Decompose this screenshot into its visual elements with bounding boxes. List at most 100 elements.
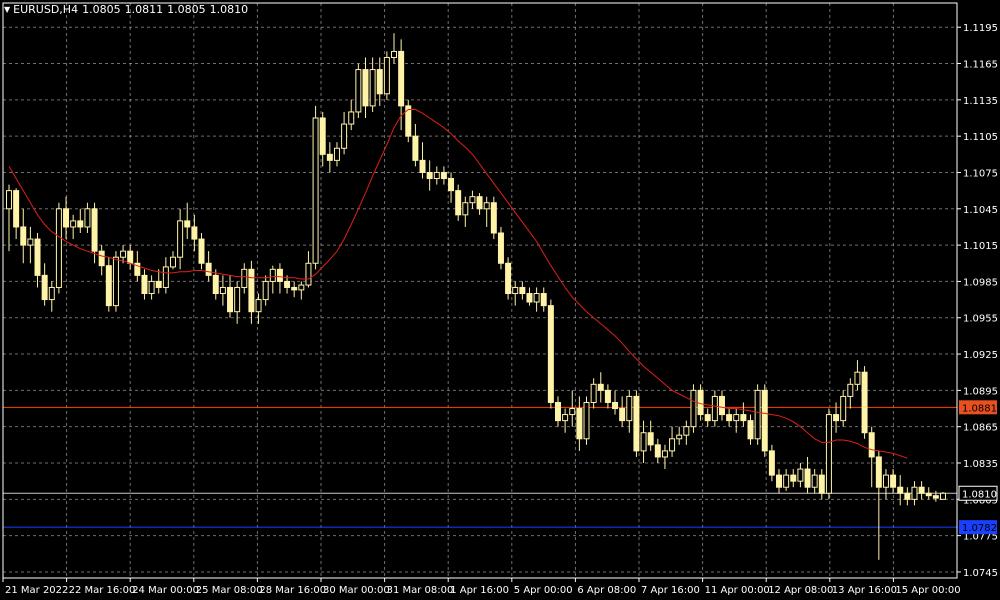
candle-body-bearish — [768, 450, 775, 476]
candle-body-bullish — [640, 432, 647, 452]
candle-body-bullish — [298, 284, 305, 291]
price-axis[interactable]: 1.1195 1.1165 1.1135 1.1105 1.1075 1.1045 1.10… — [957, 23, 998, 579]
candle-body-bearish — [440, 171, 447, 180]
candle-body-bearish — [833, 414, 840, 422]
candle-body-bearish — [790, 474, 797, 482]
y-tick-label: 1.0985 — [963, 277, 998, 288]
candle-body-bearish — [726, 414, 733, 422]
x-tick-label: 6 Apr 08:00 — [577, 585, 636, 596]
candle-body-bearish — [34, 238, 41, 276]
candle-body-bearish — [697, 389, 704, 416]
candle-body-bullish — [626, 395, 633, 422]
candle-body-bearish — [490, 202, 497, 234]
y-tick-label: 1.0955 — [963, 314, 998, 325]
candle-body-bullish — [797, 468, 804, 482]
candle-body-bearish — [212, 274, 219, 295]
candle-body-bearish — [141, 274, 148, 295]
candle-body-bearish — [77, 220, 84, 228]
candle-body-bearish — [547, 305, 554, 403]
candle-body-bearish — [426, 171, 433, 180]
candle-body-bearish — [376, 69, 383, 95]
candle-body-bearish — [291, 286, 298, 291]
candle-body-bearish — [476, 196, 483, 210]
candle-body-bearish — [904, 492, 911, 500]
candle-body-bearish — [20, 226, 27, 246]
candle-body-bearish — [597, 383, 604, 391]
x-tick-label: 13 Apr 16:00 — [832, 585, 897, 596]
candle-body-bearish — [248, 268, 255, 313]
x-tick-label: 28 Mar 16:00 — [259, 585, 326, 596]
candle-body-bullish — [512, 286, 519, 295]
candle-body-bullish — [355, 69, 362, 113]
y-tick-label: 1.1075 — [963, 168, 998, 179]
x-tick-label: 12 Apr 08:00 — [768, 585, 833, 596]
candle-body-bullish — [783, 474, 790, 488]
candle-body-bearish — [127, 250, 134, 264]
candle-body-bullish — [483, 202, 490, 210]
candle-body-bearish — [925, 492, 932, 497]
x-tick-label: 25 Mar 08:00 — [196, 585, 263, 596]
close-value: 1.0810 — [209, 3, 249, 16]
candle-body-bullish — [333, 147, 340, 161]
candle-body-bullish — [569, 408, 576, 416]
candle-body-bearish — [205, 262, 212, 276]
candle-body-bearish — [276, 268, 283, 282]
candle-body-bullish — [369, 69, 376, 107]
candle-body-bullish — [234, 286, 241, 313]
candle-body-bullish — [840, 395, 847, 422]
candle-body-bullish — [940, 492, 946, 500]
candle-body-bearish — [818, 474, 825, 494]
chart-header: ▼ EURUSD,H4 1.0805 1.0811 1.0805 1.0810 — [4, 3, 252, 16]
candle-body-bearish — [576, 408, 583, 440]
level-price-label: 1.0810 — [962, 489, 997, 500]
candle-body-bearish — [448, 178, 455, 192]
candle-body-bullish — [48, 286, 55, 301]
candle-body-bearish — [105, 265, 112, 307]
candle-body-bearish — [91, 208, 98, 252]
candle-body-bearish — [63, 208, 70, 228]
candle-body-bullish — [312, 117, 319, 264]
candle-body-bullish — [219, 286, 226, 295]
candle-body-bullish — [148, 280, 155, 295]
candle-body-bearish — [155, 280, 162, 288]
candle-body-bearish — [526, 293, 533, 303]
candle-body-bearish — [612, 401, 619, 410]
candle-body-bearish — [554, 401, 561, 422]
candle-body-bearish — [647, 432, 654, 446]
candle-body-bullish — [711, 395, 718, 422]
candle-body-bullish — [269, 268, 276, 282]
x-tick-label: 30 Mar 00:00 — [323, 585, 390, 596]
time-axis[interactable]: 21 Mar 2022 22 Mar 16:0024 Mar 00:0025 Ma… — [2, 578, 961, 596]
candle-body-bearish — [412, 135, 419, 161]
candle-body-bearish — [747, 420, 754, 440]
y-tick-label: 1.0865 — [963, 423, 998, 434]
candle-body-bearish — [13, 190, 20, 228]
candle-body-bullish — [177, 220, 184, 258]
candle-body-bullish — [583, 401, 590, 440]
candle-body-bullish — [562, 414, 569, 422]
candle-body-bullish — [169, 256, 176, 268]
candle-body-bearish — [326, 153, 333, 161]
x-tick-label: 11 Apr 00:00 — [705, 585, 770, 596]
candle-body-bearish — [861, 371, 868, 434]
y-tick-label: 1.1135 — [963, 96, 998, 107]
candle-body-bearish — [184, 220, 191, 228]
candle-body-bearish — [41, 274, 48, 301]
candle-body-bearish — [868, 432, 875, 458]
triangle-down-icon[interactable]: ▼ — [4, 5, 10, 14]
candle-body-bullish — [112, 256, 119, 307]
x-tick-label: 1 Apr 16:00 — [450, 585, 509, 596]
x-tick-label: 7 Apr 16:00 — [641, 585, 700, 596]
candle-body-bullish — [433, 171, 440, 180]
candle-body-bullish — [341, 123, 348, 149]
price-chart[interactable]: 1.1195 1.1165 1.1135 1.1105 1.1075 1.1045 1.10… — [0, 0, 1000, 600]
candle-body-bullish — [661, 450, 668, 458]
candle-body-bullish — [383, 56, 390, 95]
candle-body-bullish — [882, 474, 889, 488]
level-price-label: 1.0881 — [962, 403, 997, 414]
candle-body-bearish — [398, 50, 405, 107]
y-tick-label: 1.1015 — [963, 241, 998, 252]
level-price-label: 1.0782 — [962, 523, 997, 534]
high-value: 1.0811 — [124, 3, 164, 16]
candle-body-bearish — [497, 232, 504, 264]
